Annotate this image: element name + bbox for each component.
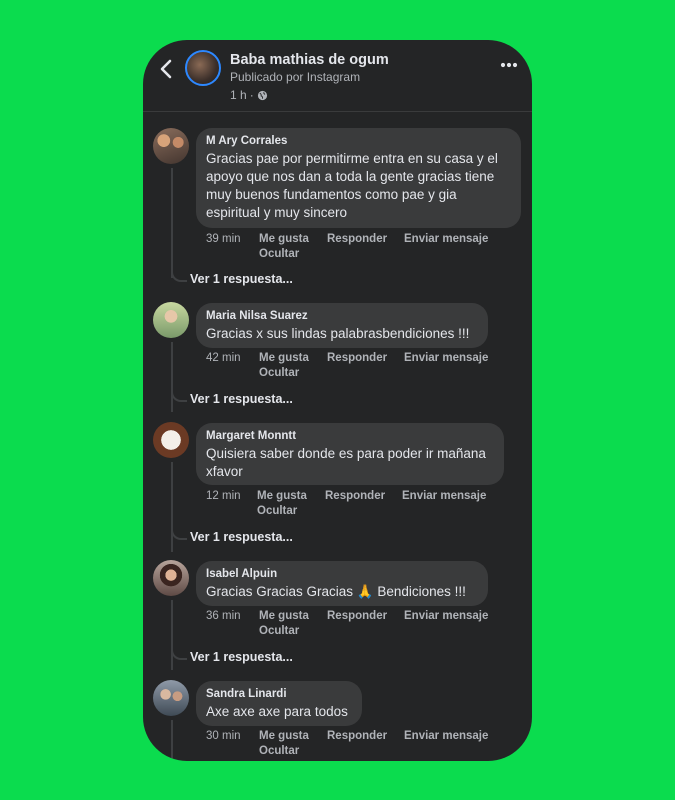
comment-bubble: Sandra Linardi Axe axe axe para todos xyxy=(196,681,362,726)
avatar[interactable] xyxy=(153,680,189,716)
post-header: Baba mathias de ogum Publicado por Insta… xyxy=(143,40,532,112)
thread-connector xyxy=(171,528,187,540)
thread-line xyxy=(171,720,173,761)
post-source: Publicado por Instagram xyxy=(230,70,361,84)
comment-time: 39 min xyxy=(206,233,241,245)
view-replies-link[interactable]: Ver 1 respuesta... xyxy=(190,650,293,664)
page-name[interactable]: Baba mathias de ogum xyxy=(230,52,389,68)
avatar[interactable] xyxy=(153,302,189,338)
comment-time: 30 min xyxy=(206,730,241,742)
comment-author[interactable]: Margaret Monntt xyxy=(206,430,493,442)
more-horizontal-icon[interactable] xyxy=(500,62,518,68)
meta-separator: · xyxy=(249,88,254,102)
comment-bubble: Maria Nilsa Suarez Gracias x sus lindas … xyxy=(196,303,488,348)
comment-author[interactable]: Isabel Alpuin xyxy=(206,568,477,580)
post-time: 1 h xyxy=(230,88,247,102)
avatar[interactable] xyxy=(153,422,189,458)
avatar[interactable] xyxy=(153,128,189,164)
reply-button[interactable]: Responder xyxy=(327,352,387,364)
like-button[interactable]: Me gusta xyxy=(259,352,309,364)
send-message-button[interactable]: Enviar mensaje xyxy=(404,730,488,742)
thread-line xyxy=(171,342,173,412)
comment-bubble: M Ary Corrales Gracias pae por permitirm… xyxy=(196,128,521,228)
hide-button[interactable]: Ocultar xyxy=(257,505,297,517)
comment-time: 12 min xyxy=(206,490,241,502)
comment-text: Gracias Gracias Gracias 🙏 Bendiciones !!… xyxy=(206,584,466,599)
send-message-button[interactable]: Enviar mensaje xyxy=(402,490,486,502)
hide-button[interactable]: Ocultar xyxy=(259,248,299,260)
comment-author[interactable]: Sandra Linardi xyxy=(206,688,351,700)
reply-button[interactable]: Responder xyxy=(327,730,387,742)
avatar[interactable] xyxy=(153,560,189,596)
view-replies-link[interactable]: Ver 1 respuesta... xyxy=(190,530,293,544)
comment-text: Axe axe axe para todos xyxy=(206,704,348,719)
comment-time: 36 min xyxy=(206,610,241,622)
comment-item: Sandra Linardi Axe axe axe para todos 30… xyxy=(143,680,532,761)
globe-icon xyxy=(257,90,267,100)
phone-screen: Baba mathias de ogum Publicado por Insta… xyxy=(143,40,532,761)
post-meta: 1 h · xyxy=(230,88,268,102)
comment-time: 42 min xyxy=(206,352,241,364)
hide-button[interactable]: Ocultar xyxy=(259,625,299,637)
hide-button[interactable]: Ocultar xyxy=(259,745,299,757)
chevron-left-icon[interactable] xyxy=(157,55,175,83)
hide-button[interactable]: Ocultar xyxy=(259,367,299,379)
reply-button[interactable]: Responder xyxy=(327,233,387,245)
comment-item: Maria Nilsa Suarez Gracias x sus lindas … xyxy=(143,302,532,430)
view-replies-link[interactable]: Ver 1 respuesta... xyxy=(190,392,293,406)
send-message-button[interactable]: Enviar mensaje xyxy=(404,352,488,364)
reply-button[interactable]: Responder xyxy=(327,610,387,622)
reply-button[interactable]: Responder xyxy=(325,490,385,502)
thread-line xyxy=(171,168,173,278)
comment-bubble: Margaret Monntt Quisiera saber donde es … xyxy=(196,423,504,485)
thread-line xyxy=(171,600,173,670)
like-button[interactable]: Me gusta xyxy=(259,610,309,622)
like-button[interactable]: Me gusta xyxy=(259,730,309,742)
comment-item: Margaret Monntt Quisiera saber donde es … xyxy=(143,422,532,570)
thread-connector xyxy=(171,390,187,402)
send-message-button[interactable]: Enviar mensaje xyxy=(404,233,488,245)
comment-text: Gracias pae por permitirme entra en su c… xyxy=(206,151,498,220)
page-avatar[interactable] xyxy=(185,50,221,86)
comment-text: Gracias x sus lindas palabrasbendiciones… xyxy=(206,326,470,341)
like-button[interactable]: Me gusta xyxy=(257,490,307,502)
comment-bubble: Isabel Alpuin Gracias Gracias Gracias 🙏 … xyxy=(196,561,488,606)
like-button[interactable]: Me gusta xyxy=(259,233,309,245)
comment-author[interactable]: Maria Nilsa Suarez xyxy=(206,310,477,322)
thread-line xyxy=(171,462,173,552)
thread-connector xyxy=(171,270,187,282)
comment-author[interactable]: M Ary Corrales xyxy=(206,135,510,147)
comment-item: Isabel Alpuin Gracias Gracias Gracias 🙏 … xyxy=(143,560,532,688)
send-message-button[interactable]: Enviar mensaje xyxy=(404,610,488,622)
view-replies-link[interactable]: Ver 1 respuesta... xyxy=(190,272,293,286)
thread-connector xyxy=(171,648,187,660)
comment-text: Quisiera saber donde es para poder ir ma… xyxy=(206,446,486,479)
comment-item: M Ary Corrales Gracias pae por permitirm… xyxy=(143,128,532,296)
